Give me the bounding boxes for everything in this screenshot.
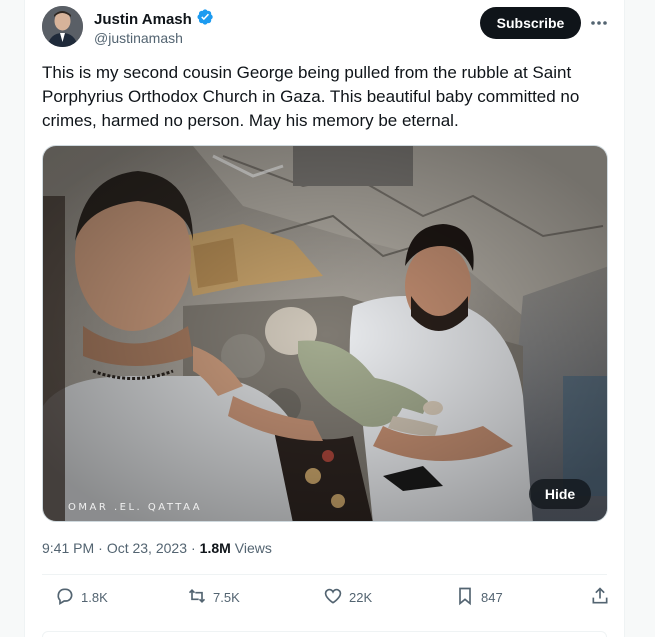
subscribe-button[interactable]: Subscribe xyxy=(480,7,581,39)
author-name[interactable]: Justin Amash xyxy=(94,11,192,28)
tweet-text: This is my second cousin George being pu… xyxy=(42,63,580,130)
bookmark-icon xyxy=(455,586,475,609)
heart-icon xyxy=(323,586,343,609)
meta-separator: · xyxy=(98,540,103,556)
reply-box-edge xyxy=(42,631,607,637)
tweet-card: Justin Amash @justinamash Subscribe This… xyxy=(24,0,625,637)
more-dots-icon[interactable] xyxy=(589,14,609,32)
retweet-icon xyxy=(187,586,207,609)
bookmark-count: 847 xyxy=(481,590,503,605)
author-name-row[interactable]: Justin Amash xyxy=(94,8,214,31)
action-bar: 1.8K 7.5K 22K 847 xyxy=(42,586,610,614)
divider xyxy=(42,574,607,575)
retweet-count: 7.5K xyxy=(213,590,240,605)
tweet-time[interactable]: 9:41 PM xyxy=(42,540,94,556)
share-button[interactable] xyxy=(590,586,610,609)
hide-media-button[interactable]: Hide xyxy=(529,479,591,509)
tweet-photo[interactable]: OMAR .EL. QATTAA Hide xyxy=(42,145,608,522)
like-button[interactable]: 22K xyxy=(323,586,372,609)
share-icon xyxy=(590,586,610,609)
author-handle[interactable]: @justinamash xyxy=(94,30,183,46)
bookmark-button[interactable]: 847 xyxy=(455,586,503,609)
avatar[interactable] xyxy=(42,6,83,47)
like-count: 22K xyxy=(349,590,373,605)
tweet-meta: 9:41 PM · Oct 23, 2023 · 1.8M Views xyxy=(42,540,272,556)
verified-badge-icon xyxy=(196,8,214,31)
reply-button[interactable]: 1.8K xyxy=(55,586,108,609)
reply-icon xyxy=(55,586,75,609)
tweet-date[interactable]: Oct 23, 2023 xyxy=(107,540,187,556)
reply-count: 1.8K xyxy=(81,590,108,605)
rubble-photo xyxy=(43,146,607,521)
views-count: 1.8M xyxy=(199,540,231,556)
views-label: Views xyxy=(234,540,272,556)
retweet-button[interactable]: 7.5K xyxy=(187,586,240,609)
photo-watermark: OMAR .EL. QATTAA xyxy=(68,502,203,513)
meta-separator: · xyxy=(190,540,196,556)
